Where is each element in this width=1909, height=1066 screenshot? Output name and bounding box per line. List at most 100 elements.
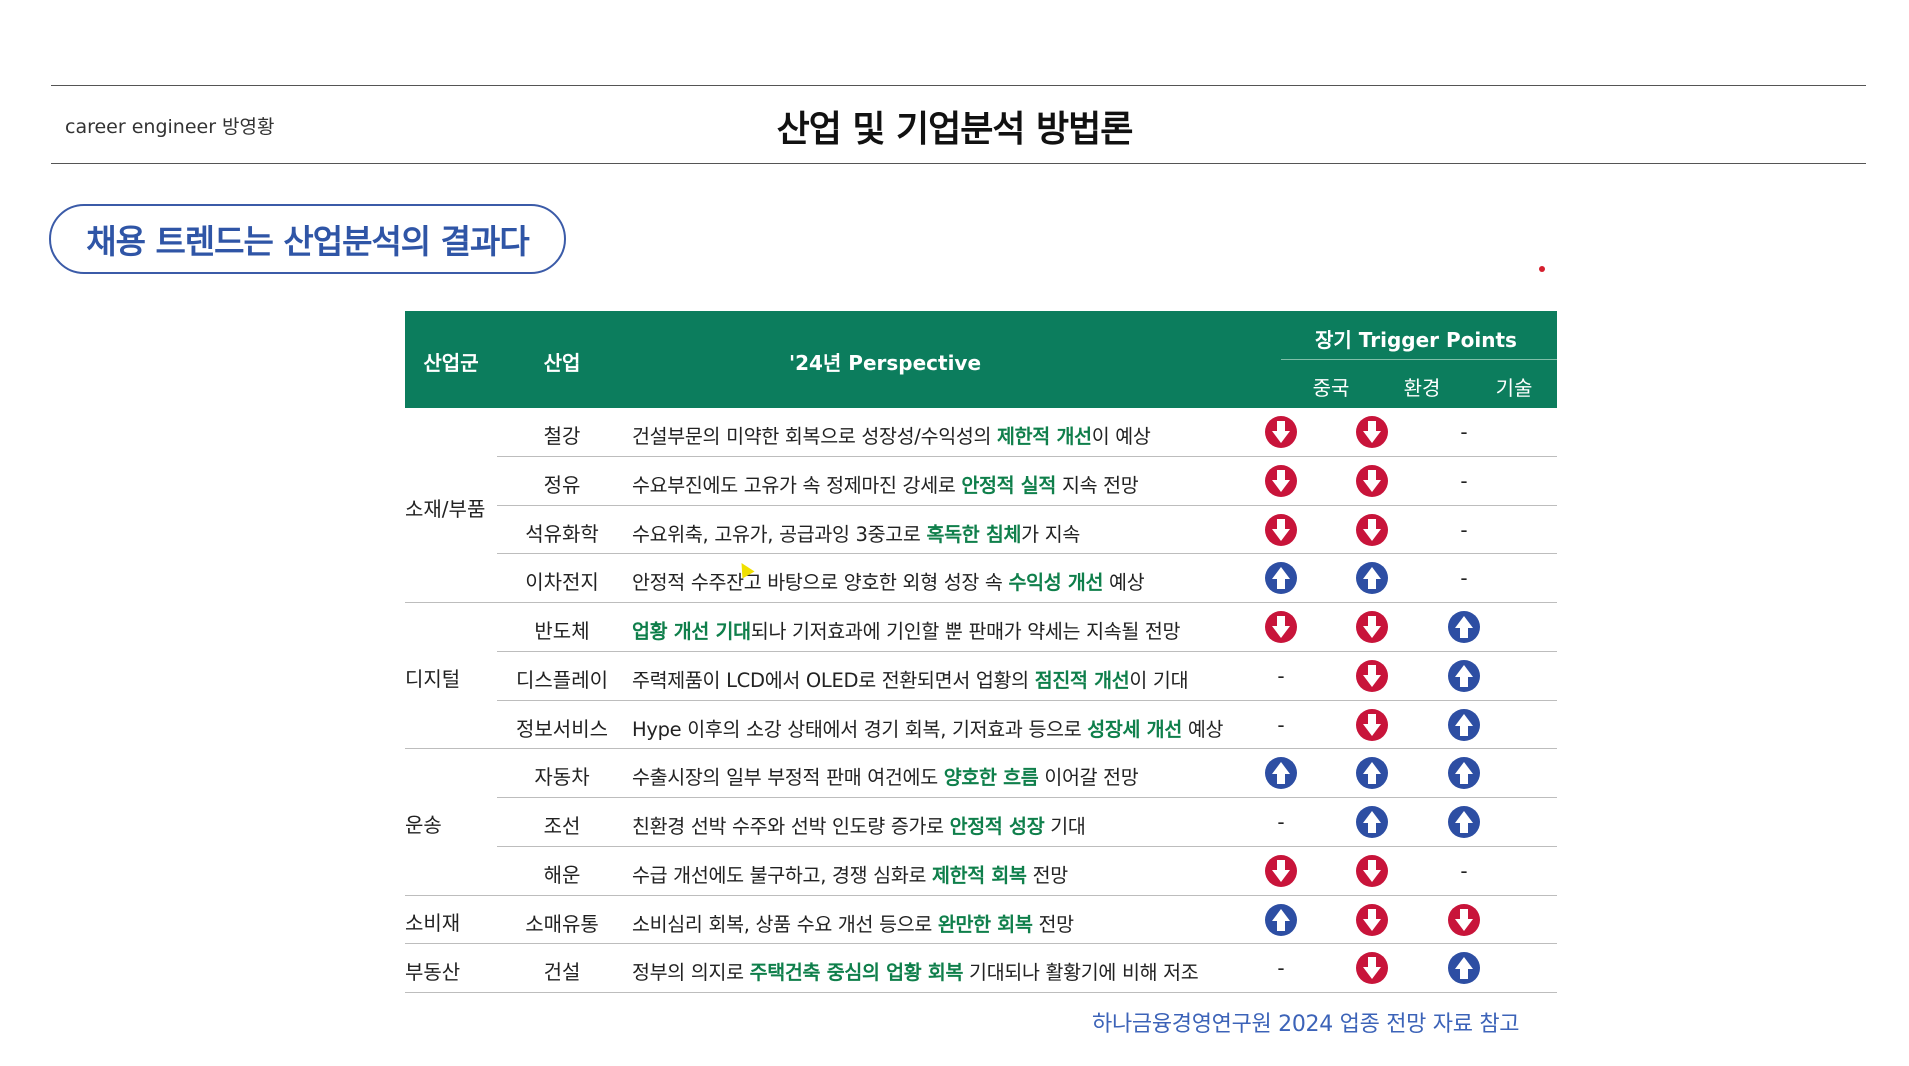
table-row: 소매유통 소비심리 회복, 상품 수요 개선 등으로 완만한 회복 전망 [497,896,1557,945]
up-arrow-icon [1444,951,1484,985]
no-impact-mark: - [1460,858,1468,883]
down-arrow-icon [1261,610,1301,644]
header-china: 중국 [1312,376,1350,400]
industry-outlook-table: 산업군 산업 '24년 Perspective 장기 Trigger Point… [405,311,1557,993]
table-row: 해운 수급 개선에도 불구하고, 경쟁 심화로 제한적 회복 전망 - [497,847,1557,896]
perspective-text: 되나 기저효과에 기인할 뿐 판매가 약세는 지속될 전망 [750,620,1181,643]
industry-cell: 철강 [543,424,581,448]
group-divider [405,894,497,896]
perspective-text: 소비심리 회복, 상품 수요 개선 등으로 [632,912,938,936]
highlight-text: 완만한 회복 [937,912,1033,936]
perspective-text: 수요위축, 고유가, 공급과잉 3중고로 [632,522,927,546]
perspective-cell: 수요위축, 고유가, 공급과잉 3중고로 혹독한 침체가 지속 [632,518,1282,547]
down-arrow-icon [1352,513,1392,547]
highlight-text: 제한적 개선 [997,425,1092,448]
table-row: 반도체 업황 개선 기대되나 기저효과에 기인할 뿐 판매가 약세는 지속될 전망 [497,603,1557,652]
perspective-cell: 정부의 의지로 주택건축 중심의 업황 회복 기대되나 활황기에 비해 저조 [632,956,1282,985]
table-header: 산업군 산업 '24년 Perspective 장기 Trigger Point… [405,311,1557,408]
highlight-text: 업황 개선 기대 [632,620,751,643]
perspective-cell: 수급 개선에도 불구하고, 경쟁 심화로 제한적 회복 전망 [632,859,1282,888]
header-industry-group: 산업군 [423,351,479,375]
up-arrow-icon [1352,561,1392,595]
highlight-text: 점진적 개선 [1034,668,1130,692]
perspective-text: 기대되나 활황기에 비해 저조 [963,961,1199,985]
industry-group-label: 운송 [405,813,442,838]
highlight-text: 양호한 흐름 [943,766,1039,790]
industry-group-label: 디지털 [405,667,461,692]
industry-cell: 건설 [543,960,581,985]
no-impact-mark: - [1460,468,1468,493]
down-arrow-icon [1261,854,1301,888]
perspective-text: 전망 [1026,863,1069,887]
down-arrow-icon [1352,951,1392,985]
industry-cell: 이차전지 [525,570,599,595]
perspective-text: 전망 [1032,912,1074,936]
top-rule [51,85,1866,86]
up-arrow-icon [1352,756,1392,790]
perspective-cell: 업황 개선 기대되나 기저효과에 기인할 뿐 판매가 약세는 지속될 전망 [632,615,1282,644]
perspective-text: 예상 [1181,717,1224,741]
up-arrow-icon [1261,903,1301,937]
industry-cell: 정보서비스 [516,716,608,741]
down-arrow-icon [1352,854,1392,888]
group-divider [405,943,497,945]
industry-cell: 정유 [543,472,581,497]
pointer-dot [1539,266,1545,272]
industry-cell: 해운 [543,862,581,887]
down-arrow-icon [1261,464,1301,498]
perspective-text: 수출시장의 일부 부정적 판매 여건에도 [632,766,944,790]
no-impact-mark: - [1277,663,1285,688]
perspective-text: Hype 이후의 소강 상태에서 경기 회복, 기저효과 등으로 [632,717,1088,741]
industry-group-label: 소재/부품 [405,496,486,521]
table-row: 건설 정부의 의지로 주택건축 중심의 업황 회복 기대되나 활황기에 비해 저조… [497,944,1557,993]
down-arrow-icon [1352,659,1392,693]
header-perspective: '24년 Perspective [788,351,982,375]
down-arrow-icon [1352,464,1392,498]
highlight-text: 수익성 개선 [1008,571,1104,595]
table-row: 석유화학 수요위축, 고유가, 공급과잉 3중고로 혹독한 침체가 지속 - [497,506,1557,555]
up-arrow-icon [1444,610,1484,644]
table-row: 철강 건설부문의 미약한 회복으로 성장성/수익성의 제한적 개선이 예상 - [497,408,1557,457]
perspective-text: 수요부진에도 고유가 속 정제마진 강세로 [632,473,962,497]
perspective-text: 건설부문의 미약한 회복으로 성장성/수익성의 [632,425,998,448]
down-arrow-icon [1352,610,1392,644]
down-arrow-icon [1352,903,1392,937]
industry-group-label: 부동산 [405,959,461,984]
up-arrow-icon [1261,561,1301,595]
highlight-text: 주택건축 중심의 업황 회복 [749,961,964,985]
perspective-text: 예상 [1103,571,1145,595]
highlight-text: 혹독한 침체 [926,522,1022,546]
no-impact-mark: - [1277,810,1285,834]
perspective-cell: 수요부진에도 고유가 속 정제마진 강세로 안정적 실적 지속 전망 [632,469,1282,498]
down-arrow-icon [1444,903,1484,937]
industry-cell: 디스플레이 [516,667,608,692]
header-trigger-points: 장기 Trigger Points [1315,328,1517,352]
industry-cell: 자동차 [534,765,590,790]
up-arrow-icon [1352,805,1392,839]
up-arrow-icon [1444,805,1484,839]
no-impact-mark: - [1460,517,1468,542]
table-row: 자동차 수출시장의 일부 부정적 판매 여건에도 양호한 흐름 이어갈 전망 [497,749,1557,798]
section-label-pill: 채용 트렌드는 산업분석의 결과다 [49,204,566,274]
perspective-cell: 소비심리 회복, 상품 수요 개선 등으로 완만한 회복 전망 [632,908,1282,937]
up-arrow-icon [1444,659,1484,693]
perspective-cell: 주력제품이 LCD에서 OLED로 전환되면서 업황의 점진적 개선이 기대 [632,664,1282,693]
perspective-text: 주력제품이 LCD에서 OLED로 전환되면서 업황의 [632,668,1035,692]
industry-group-label: 소비재 [405,910,461,935]
down-arrow-icon [1352,415,1392,449]
header-divider [1281,359,1557,360]
table-row: 정유 수요부진에도 고유가 속 정제마진 강세로 안정적 실적 지속 전망 - [497,457,1557,506]
no-impact-mark: - [1460,566,1468,591]
table-row: 이차전지 안정적 수주잔고 바탕으로 양호한 외형 성장 속 수익성 개선 예상 - [497,554,1557,603]
perspective-text: 이어갈 전망 [1038,766,1139,790]
perspective-text: 이 예상 [1091,425,1151,448]
no-impact-mark: - [1460,420,1468,444]
highlight-text: 제한적 회복 [932,863,1027,887]
no-impact-mark: - [1277,712,1285,737]
perspective-cell: 수출시장의 일부 부정적 판매 여건에도 양호한 흐름 이어갈 전망 [632,761,1282,790]
perspective-cell: 안정적 수주잔고 바탕으로 양호한 외형 성장 속 수익성 개선 예상 [632,566,1282,595]
header-bottom-rule [51,163,1866,164]
table-row: 조선 친환경 선박 수주와 선박 인도량 증가로 안정적 성장 기대 - [497,798,1557,847]
industry-cell: 반도체 [534,619,590,643]
industry-cell: 석유화학 [525,521,599,546]
